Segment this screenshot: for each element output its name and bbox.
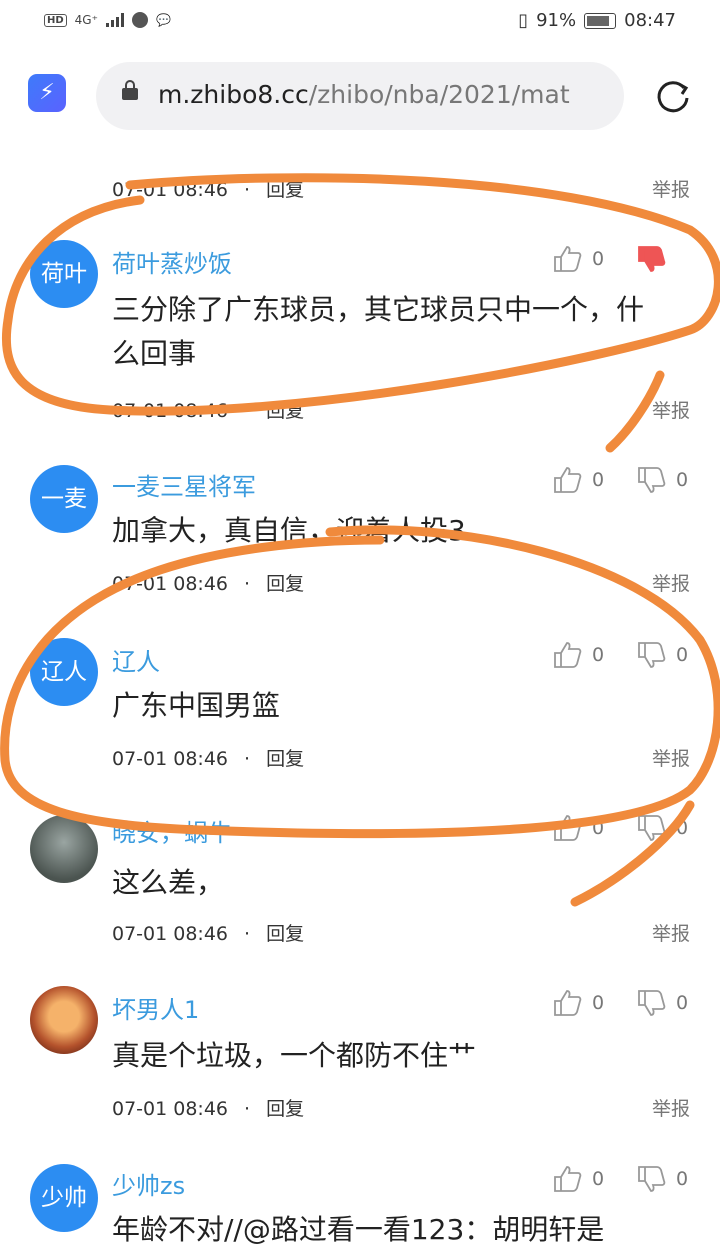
dislike-count: 0	[676, 1168, 689, 1190]
thumbs-up-icon	[554, 246, 582, 272]
avatar[interactable]: 荷叶	[30, 240, 98, 308]
thumbs-down-icon	[638, 467, 666, 493]
battery-icon	[584, 12, 617, 29]
avatar[interactable]	[30, 986, 98, 1054]
comment-text: 年龄不对//@路过看一看123：胡明轩是	[112, 1213, 605, 1246]
chat-icon: 💬	[155, 13, 171, 27]
like-count: 0	[592, 644, 605, 666]
comment-date: 07-01 08:46	[112, 400, 229, 422]
reply-link[interactable]: 回复	[266, 1098, 304, 1120]
address-bar[interactable]: m.zhibo8.cc/zhibo/nba/2021/mat	[96, 62, 624, 130]
dislike-button[interactable]: 0	[636, 640, 688, 670]
like-count: 0	[592, 469, 605, 491]
comment-author[interactable]: 荷叶蒸炒饭	[112, 244, 232, 279]
comment-author[interactable]: 一麦三星将军	[112, 467, 256, 502]
like-button[interactable]: 0	[552, 1164, 604, 1194]
dislike-count: 0	[676, 469, 689, 491]
comment-author[interactable]: 晓安，蜗牛	[112, 813, 232, 848]
report-link[interactable]: 举报	[652, 175, 690, 202]
dislike-count: 0	[676, 644, 689, 666]
network-label: 4G⁺	[74, 13, 98, 27]
report-link[interactable]: 举报	[652, 1094, 690, 1121]
comment-text: 真是个垃圾，一个都防不住艹	[112, 1039, 477, 1072]
thumbs-up-icon	[554, 990, 582, 1016]
comment-author[interactable]: 少帅zs	[112, 1166, 185, 1201]
dislike-button[interactable]: 0	[636, 1164, 688, 1194]
avatar[interactable]: 一麦	[30, 465, 98, 533]
lock-icon	[122, 80, 138, 100]
reply-link[interactable]: 回复	[266, 573, 304, 595]
thumbs-up-icon	[554, 467, 582, 493]
comment-date: 07-01 08:46	[112, 923, 229, 945]
url-text[interactable]: m.zhibo8.cc/zhibo/nba/2021/mat	[158, 80, 570, 109]
dislike-button[interactable]	[636, 244, 666, 274]
avatar[interactable]: 辽人	[30, 638, 98, 706]
signal-icon	[105, 13, 124, 27]
dislike-count: 0	[676, 817, 689, 839]
comment-date: 07-01 08:46	[112, 573, 229, 595]
clock: 08:47	[624, 10, 676, 31]
comment-text: 加拿大，真自信，迎着人投3	[112, 514, 466, 547]
reply-link[interactable]: 回复	[266, 400, 304, 422]
like-count: 0	[592, 992, 605, 1014]
thumbs-up-icon	[554, 642, 582, 668]
vibrate-icon: ▯	[518, 10, 529, 31]
reply-link[interactable]: 回复	[266, 179, 304, 201]
like-count: 0	[592, 248, 605, 270]
dislike-button[interactable]: 0	[636, 465, 688, 495]
battery-percent: 91%	[536, 10, 577, 31]
thumbs-up-icon	[554, 815, 582, 841]
avatar[interactable]	[30, 815, 98, 883]
report-link[interactable]: 举报	[652, 396, 690, 423]
comment-text: 广东中国男篮	[112, 689, 281, 722]
thumbs-down-icon	[638, 246, 666, 272]
comment-date: 07-01 08:46	[112, 748, 229, 770]
thumbs-up-icon	[554, 1166, 582, 1192]
comment-date: 07-01 08:46	[112, 1098, 229, 1120]
like-count: 0	[592, 817, 605, 839]
cut-off-text	[112, 135, 252, 151]
browser-logo-icon[interactable]: ⚡	[28, 74, 66, 112]
avatar[interactable]: 少帅	[30, 1164, 98, 1232]
dislike-button[interactable]: 0	[636, 813, 688, 843]
comment-text: 三分除了广东球员，其它球员只中一个，什么回事	[112, 293, 645, 370]
like-count: 0	[592, 1168, 605, 1190]
comment-text: 这么差，	[112, 866, 225, 899]
reload-icon[interactable]	[655, 78, 691, 114]
dislike-count: 0	[676, 992, 689, 1014]
thumbs-down-icon	[638, 815, 666, 841]
thumbs-down-icon	[638, 1166, 666, 1192]
report-link[interactable]: 举报	[652, 569, 690, 596]
tieba-icon	[131, 12, 148, 28]
like-button[interactable]: 0	[552, 244, 604, 274]
comment-author[interactable]: 辽人	[112, 642, 160, 677]
report-link[interactable]: 举报	[652, 744, 690, 771]
reply-link[interactable]: 回复	[266, 748, 304, 770]
thumbs-down-icon	[638, 642, 666, 668]
status-bar: HD 4G⁺ 💬 ▯ 91% 08:47	[0, 0, 720, 44]
like-button[interactable]: 0	[552, 988, 604, 1018]
like-button[interactable]: 0	[552, 640, 604, 670]
report-link[interactable]: 举报	[652, 919, 690, 946]
like-button[interactable]: 0	[552, 813, 604, 843]
comment-date: 07-01 08:46	[112, 179, 229, 201]
comment-author[interactable]: 坏男人1	[112, 990, 199, 1025]
browser-toolbar: ⚡ m.zhibo8.cc/zhibo/nba/2021/mat	[0, 56, 720, 136]
thumbs-down-icon	[638, 990, 666, 1016]
dislike-button[interactable]: 0	[636, 988, 688, 1018]
like-button[interactable]: 0	[552, 465, 604, 495]
reply-link[interactable]: 回复	[266, 923, 304, 945]
hd-icon: HD	[44, 13, 67, 27]
